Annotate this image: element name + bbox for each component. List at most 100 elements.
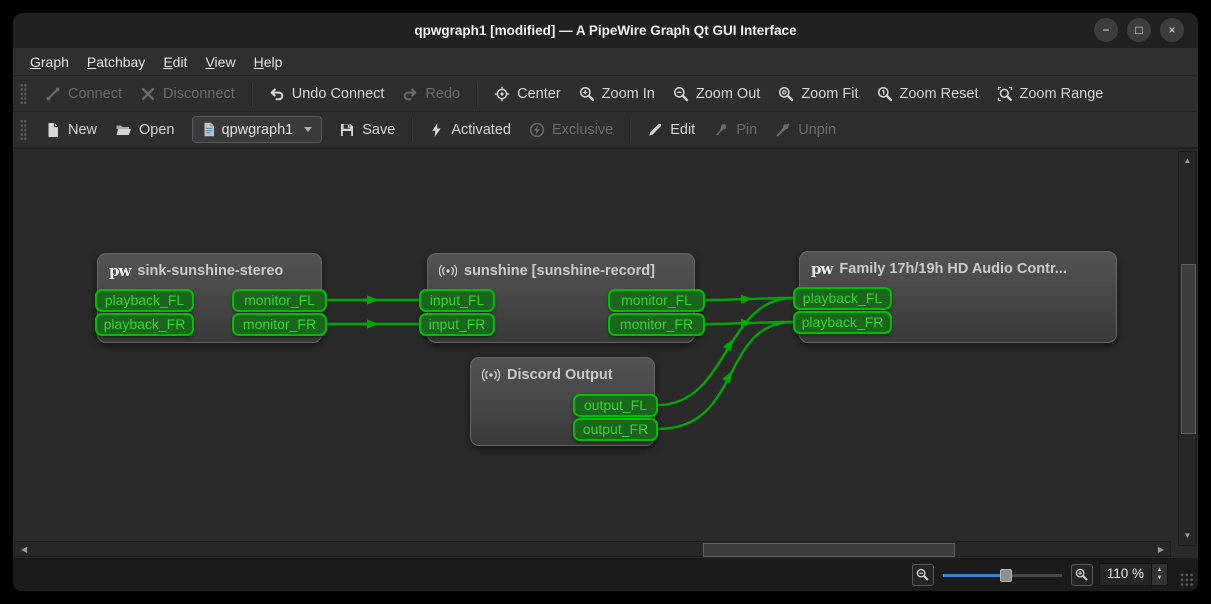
pipewire-icon: pw [109, 264, 130, 279]
connection-sunshine-monitorFR-family-playbackFR[interactable] [705, 322, 793, 324]
port-sunshine-input-fr[interactable]: input_FR [419, 313, 495, 336]
scroll-down-icon[interactable]: ▼ [1179, 532, 1196, 540]
statusbar-zoom-in-button[interactable] [1071, 564, 1093, 586]
patchbay-select[interactable]: qpwgraph1 [192, 116, 323, 143]
port-family-playback-fr[interactable]: playback_FR [793, 311, 892, 334]
horizontal-scrollbar-thumb[interactable] [703, 543, 955, 557]
graph-toolbar: Connect Disconnect Undo Connect Redo Cen… [13, 76, 1198, 112]
zoom-reset-button[interactable]: Zoom Reset [868, 80, 988, 108]
save-button[interactable]: Save [330, 116, 404, 144]
titlebar[interactable]: qpwgraph1 [modified] — A PipeWire Graph … [13, 13, 1198, 48]
node-title: sink-sunshine-stereo [137, 263, 283, 279]
port-discord-output-fr[interactable]: output_FR [573, 418, 658, 441]
new-button[interactable]: New [36, 116, 106, 144]
spin-up-icon[interactable]: ▲ [1152, 567, 1167, 575]
close-button[interactable]: × [1160, 18, 1184, 42]
port-sink-monitor-fl[interactable]: monitor_FL [232, 289, 327, 312]
zoom-in-button[interactable]: Zoom In [570, 80, 664, 108]
edit-button[interactable]: Edit [638, 116, 704, 144]
zoom-in-icon [579, 86, 595, 102]
node-title: Family 17h/19h HD Audio Contr... [839, 261, 1066, 277]
horizontal-scrollbar[interactable]: ◀ ▶ [14, 541, 1171, 557]
pin-button[interactable]: Pin [704, 116, 766, 144]
port-sunshine-input-fl[interactable]: input_FL [419, 289, 495, 312]
port-sunshine-monitor-fr[interactable]: monitor_FR [608, 313, 705, 336]
maximize-button[interactable]: □ [1127, 18, 1151, 42]
edit-label: Edit [670, 122, 695, 138]
vertical-scrollbar-thumb[interactable] [1181, 264, 1196, 434]
zoom-out-label: Zoom Out [696, 86, 760, 102]
zoom-spin-arrows[interactable]: ▲ ▼ [1151, 564, 1167, 585]
zoom-spinbox[interactable]: 110 % ▲ ▼ [1099, 563, 1168, 586]
menu-view[interactable]: View [196, 54, 244, 70]
patchbay-toolbar: New Open qpwgraph1 Save Activated Exclus… [13, 112, 1198, 148]
spin-down-icon[interactable]: ▼ [1152, 575, 1167, 583]
activated-button[interactable]: Activated [420, 116, 520, 144]
connection-sunshine-monitorFL-family-playbackFL[interactable] [705, 298, 793, 300]
zoom-fit-button[interactable]: Zoom Fit [769, 80, 867, 108]
node-title-row: sunshine [sunshine-record] [428, 254, 694, 279]
redo-button[interactable]: Redo [393, 80, 469, 108]
zoom-slider[interactable] [943, 566, 1062, 584]
zoom-range-icon [997, 86, 1013, 102]
toolbar-drag-handle[interactable] [20, 83, 27, 105]
close-icon: × [1168, 24, 1175, 36]
graph-canvas[interactable]: pw sink-sunshine-stereo playback_FL play… [13, 148, 1198, 559]
menubar: Graph Patchbay Edit View Help [13, 48, 1198, 76]
menu-edit[interactable]: Edit [154, 54, 196, 70]
port-sunshine-monitor-fl[interactable]: monitor_FL [608, 289, 705, 312]
exclusive-bolt-icon [529, 122, 545, 138]
zoom-in-label: Zoom In [602, 86, 655, 102]
statusbar-zoom-out-button[interactable] [912, 564, 934, 586]
vertical-scrollbar[interactable]: ▲ ▼ [1178, 151, 1197, 546]
pipewire-icon: pw [811, 262, 832, 277]
disconnect-icon [140, 86, 156, 102]
connection-arrow [722, 369, 736, 384]
unpin-label: Unpin [798, 122, 836, 138]
zoom-range-button[interactable]: Zoom Range [988, 80, 1113, 108]
connect-button[interactable]: Connect [36, 80, 131, 108]
unpin-button[interactable]: Unpin [766, 116, 845, 144]
pin-label: Pin [736, 122, 757, 138]
chevron-down-icon [304, 127, 312, 132]
undo-connect-button[interactable]: Undo Connect [260, 80, 394, 108]
connection-arrow [741, 318, 753, 328]
center-icon [494, 86, 510, 102]
window-resize-grip[interactable] [1179, 572, 1194, 587]
zoom-fit-label: Zoom Fit [801, 86, 858, 102]
window-title: qpwgraph1 [modified] — A PipeWire Graph … [414, 23, 796, 38]
scroll-right-icon[interactable]: ▶ [1158, 546, 1164, 554]
connect-label: Connect [68, 86, 122, 102]
zoom-out-icon [916, 568, 929, 581]
port-family-playback-fl[interactable]: playback_FL [793, 287, 892, 310]
minimize-button[interactable]: − [1094, 18, 1118, 42]
redo-icon [402, 86, 418, 102]
node-title-row: Discord Output [471, 358, 654, 383]
zoom-slider-handle[interactable] [1000, 569, 1012, 582]
window-controls: − □ × [1094, 18, 1184, 42]
port-sink-monitor-fr[interactable]: monitor_FR [232, 313, 327, 336]
menu-patchbay[interactable]: Patchbay [78, 54, 154, 70]
zoom-reset-label: Zoom Reset [900, 86, 979, 102]
open-button[interactable]: Open [106, 116, 183, 144]
zoom-out-icon [673, 86, 689, 102]
undo-connect-label: Undo Connect [292, 86, 385, 102]
toolbar-drag-handle[interactable] [20, 119, 27, 141]
port-sink-playback-fl[interactable]: playback_FL [95, 289, 194, 312]
zoom-out-button[interactable]: Zoom Out [664, 80, 769, 108]
save-label: Save [362, 122, 395, 138]
patchbay-file-icon [202, 122, 216, 137]
center-label: Center [517, 86, 561, 102]
port-sink-playback-fr[interactable]: playback_FR [95, 313, 194, 336]
scroll-up-icon[interactable]: ▲ [1179, 157, 1196, 165]
center-button[interactable]: Center [485, 80, 570, 108]
scroll-left-icon[interactable]: ◀ [21, 546, 27, 554]
exclusive-button[interactable]: Exclusive [520, 116, 622, 144]
disconnect-button[interactable]: Disconnect [131, 80, 244, 108]
zoom-range-label: Zoom Range [1020, 86, 1104, 102]
menu-graph[interactable]: Graph [21, 54, 78, 70]
menu-help[interactable]: Help [245, 54, 292, 70]
node-title: Discord Output [507, 367, 613, 383]
port-discord-output-fl[interactable]: output_FL [573, 394, 658, 417]
zoom-fit-icon [778, 86, 794, 102]
